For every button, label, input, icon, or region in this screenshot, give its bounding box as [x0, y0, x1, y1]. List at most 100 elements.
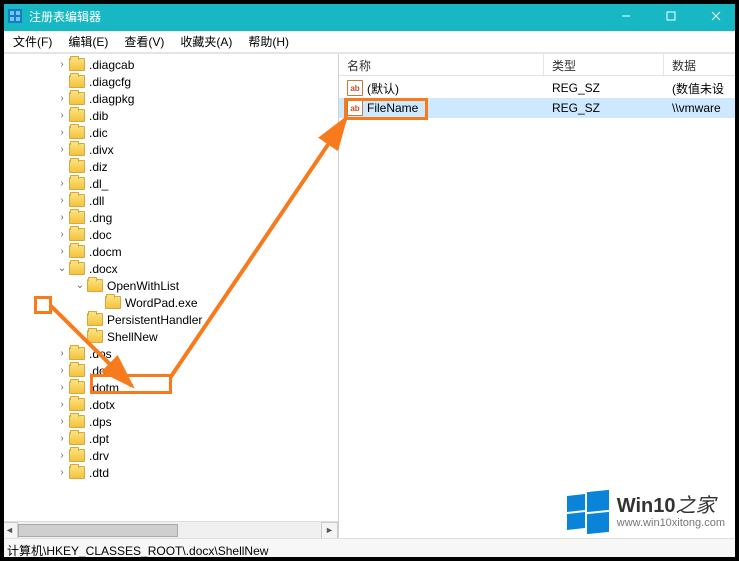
tree-item[interactable]: ⌄.docx	[1, 260, 338, 277]
chevron-right-icon[interactable]: ›	[55, 177, 69, 191]
string-value-icon: ab	[347, 100, 363, 116]
chevron-right-icon[interactable]: ›	[55, 126, 69, 140]
minimize-button[interactable]	[603, 1, 648, 31]
folder-icon	[69, 194, 85, 207]
folder-icon	[69, 160, 85, 173]
tree-item[interactable]: WordPad.exe	[1, 294, 338, 311]
tree-item-label: .doc	[89, 228, 112, 242]
column-header-data[interactable]: 数据	[664, 54, 738, 75]
value-name: (默认)	[367, 80, 399, 97]
folder-icon	[69, 126, 85, 139]
value-data: (数值未设	[664, 80, 738, 97]
tree-item-label: PersistentHandler	[107, 313, 202, 327]
folder-icon	[69, 75, 85, 88]
menu-file[interactable]: 文件(F)	[5, 31, 60, 52]
tree-item-label: .dpt	[89, 432, 109, 446]
tree-item[interactable]: ⌄ OpenWithList	[1, 277, 338, 294]
chevron-right-icon[interactable]: ›	[55, 109, 69, 123]
folder-icon	[69, 415, 85, 428]
chevron-right-icon[interactable]: ›	[55, 347, 69, 361]
folder-icon	[69, 398, 85, 411]
tree-item-label: .dic	[89, 126, 108, 140]
string-value-icon: ab	[347, 80, 363, 96]
scroll-track[interactable]	[18, 522, 321, 539]
tree-item[interactable]: ›.dll	[1, 192, 338, 209]
expander-empty	[91, 296, 105, 310]
tree-view[interactable]: ›.diagcab.diagcfg›.diagpkg›.dib›.dic›.di…	[1, 54, 338, 521]
tree-item-label: .dtd	[89, 466, 109, 480]
menu-favorites[interactable]: 收藏夹(A)	[172, 31, 240, 52]
tree-item-label: .docm	[89, 245, 122, 259]
tree-item[interactable]: ›.dos	[1, 345, 338, 362]
tree-item[interactable]: ShellNew	[1, 328, 338, 345]
tree-item[interactable]: .diz	[1, 158, 338, 175]
tree-item[interactable]: ›.divx	[1, 141, 338, 158]
tree-item[interactable]: › .dot	[1, 362, 338, 379]
tree-item[interactable]: › .dpt	[1, 430, 338, 447]
chevron-down-icon[interactable]: ⌄	[55, 262, 69, 276]
tree-item[interactable]: › .dic	[1, 124, 338, 141]
tree-item[interactable]: ›.dotm	[1, 379, 338, 396]
folder-icon	[69, 381, 85, 394]
tree-item-label: .dot	[89, 364, 109, 378]
tree-item[interactable]: ›.dps	[1, 413, 338, 430]
chevron-right-icon[interactable]: ›	[55, 398, 69, 412]
tree-item[interactable]: .diagcfg	[1, 73, 338, 90]
folder-icon	[69, 364, 85, 377]
folder-icon	[69, 245, 85, 258]
tree-item[interactable]: ›.dotx	[1, 396, 338, 413]
tree-horizontal-scrollbar[interactable]: ◄ ►	[1, 521, 338, 538]
scroll-left-icon[interactable]: ◄	[1, 522, 18, 539]
tree-item[interactable]: › .docm	[1, 243, 338, 260]
tree-item[interactable]: › .dl_	[1, 175, 338, 192]
tree-item[interactable]: ›.drv	[1, 447, 338, 464]
chevron-right-icon[interactable]: ›	[55, 432, 69, 446]
chevron-down-icon[interactable]: ⌄	[73, 279, 87, 293]
chevron-right-icon[interactable]: ›	[55, 449, 69, 463]
tree-item-label: OpenWithList	[107, 279, 179, 293]
menu-help[interactable]: 帮助(H)	[240, 31, 297, 52]
column-header-type[interactable]: 类型	[544, 54, 664, 75]
tree-item[interactable]: ›.diagpkg	[1, 90, 338, 107]
registry-editor-window: 注册表编辑器 文件(F) 编辑(E) 查看(V) 收藏夹(A) 帮助(H) ›.…	[0, 0, 739, 561]
scroll-right-icon[interactable]: ►	[321, 522, 338, 539]
chevron-right-icon[interactable]: ›	[55, 415, 69, 429]
chevron-right-icon[interactable]: ›	[55, 381, 69, 395]
value-row[interactable]: abFileNameREG_SZ\\vmware	[339, 98, 738, 118]
list-body[interactable]: ab(默认)REG_SZ(数值未设abFileNameREG_SZ\\vmwar…	[339, 76, 738, 538]
column-header-name[interactable]: 名称	[339, 54, 544, 75]
tree-item[interactable]: PersistentHandler	[1, 311, 338, 328]
chevron-right-icon[interactable]: ›	[55, 58, 69, 72]
chevron-right-icon[interactable]: ›	[55, 194, 69, 208]
maximize-button[interactable]	[648, 1, 693, 31]
tree-item[interactable]: ›.dib	[1, 107, 338, 124]
chevron-right-icon[interactable]: ›	[55, 245, 69, 259]
expander-empty	[73, 313, 87, 327]
value-row[interactable]: ab(默认)REG_SZ(数值未设	[339, 78, 738, 98]
chevron-right-icon[interactable]: ›	[55, 466, 69, 480]
tree-item[interactable]: › .doc	[1, 226, 338, 243]
chevron-right-icon[interactable]: ›	[55, 211, 69, 225]
chevron-right-icon[interactable]: ›	[55, 92, 69, 106]
tree-item-label: .dl_	[89, 177, 108, 191]
tree-pane: ›.diagcab.diagcfg›.diagpkg›.dib›.dic›.di…	[1, 54, 339, 538]
close-button[interactable]	[693, 1, 738, 31]
tree-item[interactable]: ›.diagcab	[1, 56, 338, 73]
chevron-right-icon[interactable]: ›	[55, 364, 69, 378]
folder-icon	[69, 228, 85, 241]
chevron-right-icon[interactable]: ›	[55, 228, 69, 242]
menu-view[interactable]: 查看(V)	[116, 31, 172, 52]
folder-icon	[69, 262, 85, 275]
chevron-right-icon[interactable]: ›	[55, 143, 69, 157]
tree-item[interactable]: ›.dng	[1, 209, 338, 226]
folder-icon	[69, 466, 85, 479]
expander-empty	[73, 330, 87, 344]
folder-icon	[87, 313, 103, 326]
menu-edit[interactable]: 编辑(E)	[60, 31, 116, 52]
scroll-thumb[interactable]	[18, 524, 178, 537]
titlebar: 注册表编辑器	[1, 1, 738, 31]
value-name: FileName	[367, 101, 418, 115]
tree-item[interactable]: › .dtd	[1, 464, 338, 481]
expander-empty	[55, 75, 69, 89]
folder-icon	[69, 347, 85, 360]
